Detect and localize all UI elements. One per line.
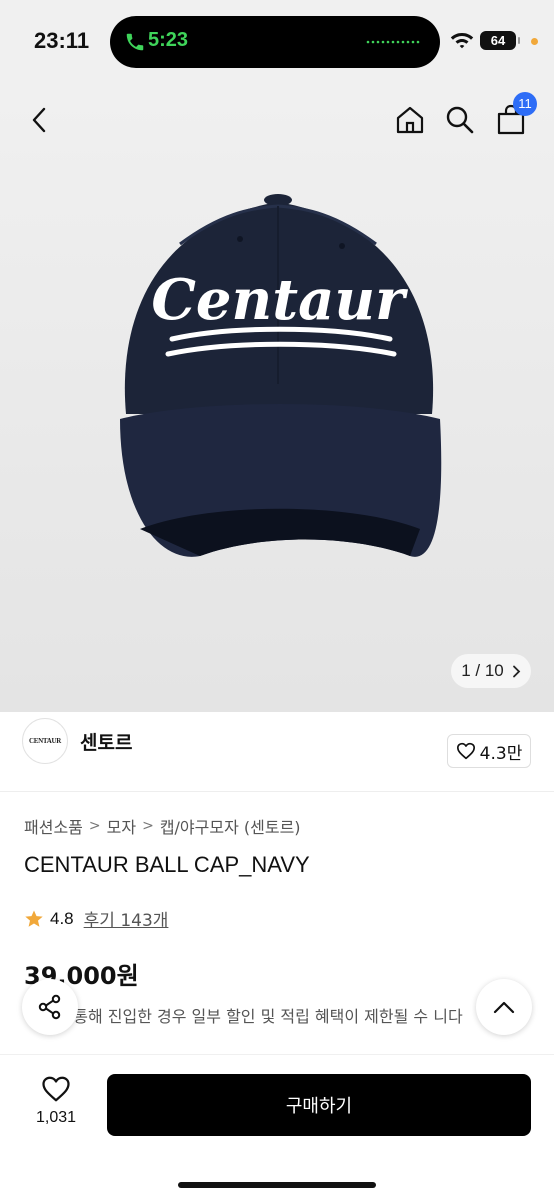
- chevron-right-icon: >: [88, 818, 101, 834]
- wishlist-button[interactable]: 1,031: [26, 1075, 86, 1135]
- battery-indicator: 64: [480, 31, 520, 50]
- image-counter[interactable]: 1 / 10: [451, 654, 531, 688]
- heart-icon: [42, 1076, 70, 1102]
- status-bar: 23:11 5:23 64: [0, 0, 554, 84]
- wifi-icon: [450, 33, 474, 49]
- product-image: Centaur: [120, 194, 442, 557]
- cart-button[interactable]: 11: [493, 92, 537, 138]
- share-icon: [38, 994, 61, 1020]
- chevron-right-icon: >: [142, 818, 154, 834]
- home-icon: [396, 106, 424, 134]
- image-counter-label: 1 / 10: [461, 661, 504, 680]
- brand-like-button[interactable]: 4.3만: [447, 734, 531, 768]
- chevron-left-icon: [32, 107, 46, 133]
- cart-count-badge: 11: [513, 92, 537, 116]
- share-button[interactable]: [22, 979, 78, 1035]
- privacy-indicator: [531, 38, 538, 45]
- breadcrumb: 패션소품 > 모자 > 캡/야구모자 (센토르): [24, 814, 301, 838]
- search-button[interactable]: [442, 102, 478, 138]
- breadcrumb-item[interactable]: 모자: [107, 814, 136, 838]
- home-indicator[interactable]: [178, 1182, 376, 1188]
- brand-name[interactable]: 센토르: [80, 728, 132, 755]
- star-icon: [25, 910, 43, 927]
- buy-button[interactable]: 구매하기: [107, 1074, 531, 1136]
- back-button[interactable]: [22, 102, 58, 138]
- brand-row[interactable]: CENTAUR 센토르 4.3만: [0, 712, 554, 792]
- phone-icon: [126, 33, 144, 51]
- rating-value: 4.8: [50, 908, 74, 928]
- wishlist-count: 1,031: [35, 1109, 77, 1126]
- product-gallery[interactable]: 11 Centaur 1 / 10: [0, 84, 554, 712]
- product-title: CENTAUR BALL CAP_NAVY: [24, 852, 310, 877]
- chevron-up-icon: [493, 1001, 515, 1014]
- brand-logo[interactable]: CENTAUR: [22, 718, 68, 764]
- buy-button-label: 구매하기: [285, 1096, 353, 1117]
- dynamic-island[interactable]: 5:23: [110, 16, 440, 68]
- brand-like-count: 4.3만: [479, 743, 523, 764]
- chevron-right-icon: [512, 665, 521, 677]
- cap-brand-text: Centaur: [151, 267, 408, 333]
- rating-row: 4.8 후기 143개: [24, 906, 168, 931]
- call-timer: 5:23: [148, 29, 189, 51]
- discount-notice: 링크를 통해 진입한 경우 일부 할인 및 적립 혜택이 제한될 수 니다: [24, 1007, 463, 1026]
- search-icon: [446, 106, 474, 134]
- scroll-to-top-button[interactable]: [476, 979, 532, 1035]
- breadcrumb-item[interactable]: 패션소품: [24, 814, 83, 838]
- heart-icon: [456, 742, 475, 760]
- clock: 23:11: [34, 28, 90, 53]
- home-button[interactable]: [392, 102, 428, 138]
- breadcrumb-item[interactable]: 캡/야구모자 (센토르): [160, 814, 301, 838]
- brand-logo-text: CENTAUR: [29, 737, 61, 745]
- reviews-link[interactable]: 후기 143개: [84, 906, 169, 931]
- bottom-action-bar: 1,031 구매하기: [0, 1054, 554, 1200]
- audio-waveform-icon: [366, 40, 420, 44]
